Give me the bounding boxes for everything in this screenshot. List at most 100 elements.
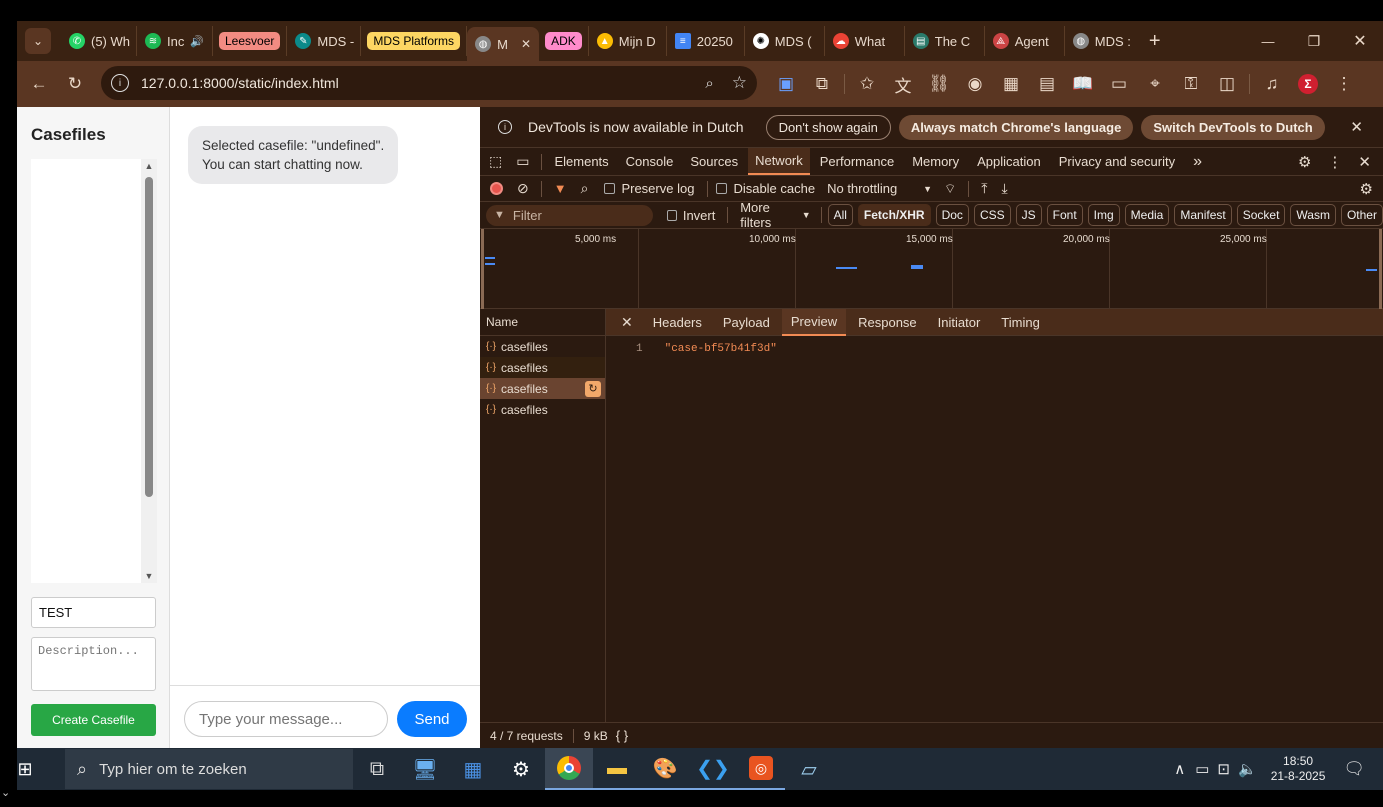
casefile-list-scrollbar[interactable]: ▲ ▼ <box>141 159 157 583</box>
show-hidden-icons-chevron-icon[interactable]: ∧ <box>1174 760 1185 778</box>
filter-doc[interactable]: Doc <box>935 204 969 226</box>
restore-button[interactable]: ❐ <box>1291 27 1337 55</box>
tab-sources[interactable]: Sources <box>690 154 738 169</box>
zoom-icon[interactable]: ⌕ <box>705 75 713 92</box>
filter-media[interactable]: Media <box>1124 204 1170 226</box>
tab-elements[interactable]: Elements <box>554 154 608 169</box>
favorites-icon[interactable]: ✩ <box>853 70 881 98</box>
casefile-list[interactable] <box>31 159 157 583</box>
scroll-down-arrow-icon[interactable]: ▼ <box>141 571 157 581</box>
tab-group-adk[interactable]: ADK <box>539 26 589 56</box>
tab-close-icon[interactable]: ✕ <box>521 37 531 51</box>
timeline-overview[interactable]: 5,000 ms 10,000 ms 15,000 ms 20,000 ms 2… <box>480 229 1383 309</box>
timeline-range-handle-right[interactable] <box>1379 229 1382 309</box>
disable-cache-label[interactable]: Disable cache <box>733 181 815 196</box>
casefile-description-input[interactable] <box>31 637 156 691</box>
taskbar-clock[interactable]: 18:50 21-8-2025 <box>1271 754 1326 784</box>
tab-mds[interactable]: ✎ MDS - <box>287 26 362 56</box>
filter-fetch-xhr[interactable]: Fetch/XHR <box>857 204 931 226</box>
scroll-up-arrow-icon[interactable]: ▲ <box>141 161 157 171</box>
volume-icon[interactable]: 🔈 <box>1238 760 1257 778</box>
media-control-icon[interactable]: ♫ <box>1258 70 1286 98</box>
filter-all[interactable]: All <box>827 204 853 226</box>
calculator-icon[interactable]: ▦ <box>449 748 497 790</box>
tab-memory[interactable]: Memory <box>912 154 959 169</box>
search-icon[interactable]: ⌕ <box>581 180 589 197</box>
profile-avatar-icon[interactable]: Σ <box>1294 70 1322 98</box>
more-filters-dropdown[interactable]: More filters <box>740 200 796 230</box>
inspect-element-icon[interactable]: ⬚ <box>489 153 502 170</box>
taskbar-search-box[interactable]: ⌕ Typ hier om te zoeken <box>65 749 353 789</box>
record-stop-icon[interactable] <box>490 182 503 195</box>
filter-wasm[interactable]: Wasm <box>1290 204 1336 226</box>
send-button[interactable]: Send <box>397 701 467 737</box>
filter-input[interactable]: ▼ Filter <box>486 204 654 226</box>
windows-start-icon[interactable]: ⊞ <box>0 748 50 790</box>
reload-button[interactable]: ↻ <box>61 70 89 98</box>
message-input[interactable] <box>184 701 388 737</box>
export-har-icon[interactable]: ⤓ <box>1001 180 1007 197</box>
filter-font[interactable]: Font <box>1046 204 1083 226</box>
tab-initiator[interactable]: Initiator <box>938 315 981 330</box>
timeline-range-handle-left[interactable] <box>481 229 484 309</box>
link-icon[interactable]: ⛓ <box>925 70 953 98</box>
throttling-select[interactable]: No throttling <box>827 181 923 196</box>
close-banner-icon[interactable]: ✕ <box>1350 118 1363 136</box>
tab-performance[interactable]: Performance <box>820 154 894 169</box>
request-row[interactable]: {·} casefiles <box>480 357 605 378</box>
network-conditions-icon[interactable]: ⌔ <box>944 181 956 197</box>
close-devtools-icon[interactable]: ✕ <box>1358 153 1371 171</box>
clear-icon[interactable]: ⊘ <box>517 180 529 197</box>
tab-active-localhost[interactable]: ◍ M ✕ <box>467 27 540 61</box>
close-window-button[interactable]: ✕ <box>1337 27 1383 55</box>
pretty-print-icon[interactable]: { } <box>616 728 628 743</box>
casefile-name-input[interactable] <box>31 597 156 628</box>
audio-playing-icon[interactable]: 🔊 <box>190 35 204 48</box>
always-match-language-button[interactable]: Always match Chrome's language <box>898 114 1134 140</box>
tab-privacy-security[interactable]: Privacy and security <box>1059 154 1175 169</box>
preserve-log-checkbox[interactable] <box>604 183 616 194</box>
notepad-icon[interactable]: ▱ <box>785 748 833 790</box>
screenshot-icon[interactable]: ◉ <box>961 70 989 98</box>
tab-application[interactable]: Application <box>977 154 1041 169</box>
network-icon[interactable]: ⊡ <box>1217 760 1230 778</box>
qr-code-icon[interactable]: ▦ <box>997 70 1025 98</box>
filter-css[interactable]: CSS <box>973 204 1011 226</box>
filter-js[interactable]: JS <box>1015 204 1042 226</box>
battery-icon[interactable]: ▭ <box>1195 760 1209 778</box>
name-column-header[interactable]: Name <box>480 309 605 336</box>
tab-agent[interactable]: ⟁ Agent <box>985 26 1065 56</box>
preserve-log-label[interactable]: Preserve log <box>621 181 694 196</box>
bookmark-star-icon[interactable]: ☆ <box>732 73 747 93</box>
new-tab-button[interactable]: + <box>1141 27 1169 55</box>
tab-drive[interactable]: ▲ Mijn D <box>589 26 667 56</box>
tab-network[interactable]: Network <box>748 148 810 175</box>
extensions-puzzle-icon[interactable]: ⧉ <box>808 70 836 98</box>
tab-timing[interactable]: Timing <box>1001 315 1040 330</box>
switch-to-dutch-button[interactable]: Switch DevTools to Dutch <box>1141 114 1325 140</box>
tab-group-leesvoer[interactable]: Leesvoer <box>213 26 288 56</box>
devtools-menu-icon[interactable]: ⋮ <box>1327 153 1342 171</box>
network-settings-icon[interactable]: ⚙ <box>1360 180 1373 198</box>
site-info-icon[interactable]: i <box>111 74 129 92</box>
device-toolbar-icon[interactable]: ▭ <box>516 153 529 170</box>
password-key-icon[interactable]: ⚿ <box>1177 70 1205 98</box>
tab-search-button[interactable]: ⌄ <box>25 28 51 54</box>
tab-headers[interactable]: Headers <box>653 315 702 330</box>
tab-docs[interactable]: ≡ 20250 <box>667 26 745 56</box>
filter-socket[interactable]: Socket <box>1236 204 1286 226</box>
chevron-down-icon[interactable]: ▼ <box>802 210 811 220</box>
translate-extension-icon[interactable]: ▣ <box>772 70 800 98</box>
filter-other[interactable]: Other <box>1340 204 1383 226</box>
scrollbar-thumb[interactable] <box>145 177 153 497</box>
invert-label[interactable]: Invert <box>683 208 716 223</box>
browser-menu-icon[interactable]: ⋮ <box>1330 70 1358 98</box>
dont-show-again-button[interactable]: Don't show again <box>765 114 891 140</box>
back-button[interactable]: ← <box>25 70 53 98</box>
tab-whatsapp[interactable]: ✆ (5) Wh <box>61 26 137 56</box>
settings-gear-icon[interactable]: ⚙ <box>497 748 545 790</box>
location-pin-icon[interactable]: ⌖ <box>1141 70 1169 98</box>
tab-console[interactable]: Console <box>626 154 674 169</box>
replay-xhr-icon[interactable]: ↻ <box>585 380 601 397</box>
notifications-icon[interactable]: 🗨 <box>1343 759 1365 779</box>
